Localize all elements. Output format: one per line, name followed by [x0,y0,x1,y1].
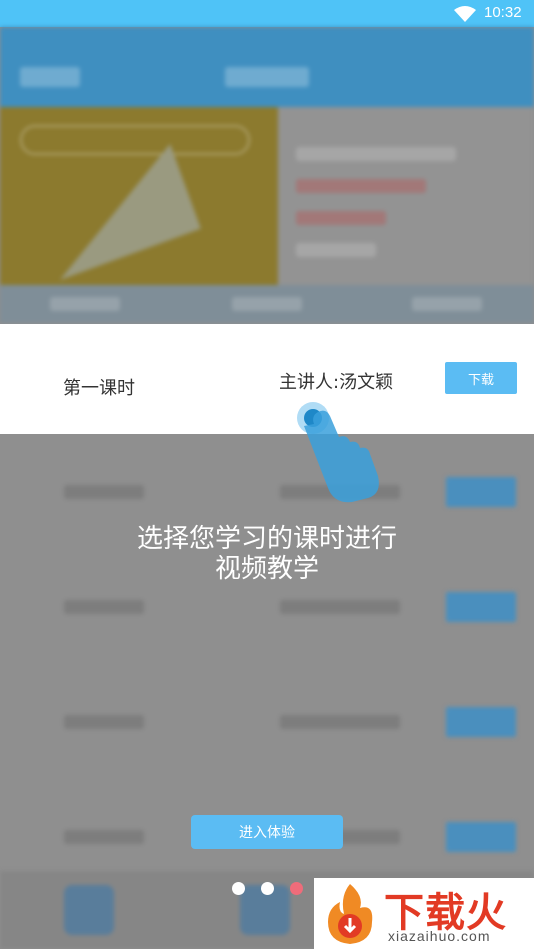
bg-back-button [20,67,80,87]
highlighted-lesson-row[interactable]: 第一课时 主讲人:汤文颖 下载 [0,324,534,434]
page-dot-1 [232,882,245,895]
wifi-icon [454,6,476,26]
status-time: 10:32 [484,4,522,21]
bg-header [0,27,534,107]
lesson-title: 第一课时 [63,378,135,399]
download-button[interactable]: 下载 [445,362,517,394]
lecturer-name: 主讲人:汤文颖 [279,372,394,393]
guide-line-1: 选择您学习的课时进行 [136,524,397,554]
enter-experience-button[interactable]: 进入体验 [191,815,343,849]
page-dot-3 [290,882,303,895]
brand-url: xiazaihuo.com [388,928,491,944]
watermark-logo: 下载火 xiazaihuo.com [314,878,534,949]
background-app [0,27,534,949]
guide-text: 选择您学习的课时进行 视频教学 [0,524,534,584]
bg-course-info [296,147,506,275]
bg-course-cover [0,107,278,285]
tap-hand-icon [290,398,390,508]
bg-tabs [0,285,534,323]
flame-download-icon [320,882,380,949]
page-indicator [232,882,312,896]
bg-title [225,67,309,87]
bg-course-card [0,107,534,285]
page-dot-2 [261,882,274,895]
guide-line-2: 视频教学 [214,554,319,584]
paper-plane-icon [29,144,201,280]
status-bar: 10:32 [0,0,534,27]
